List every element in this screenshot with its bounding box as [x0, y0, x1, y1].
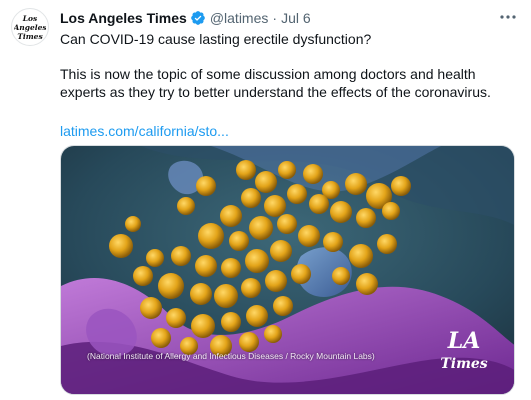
article-link[interactable]: latimes.com/california/sto...	[60, 122, 229, 140]
meta-separator: ·	[272, 10, 278, 26]
la-times-avatar-logo: Los Angeles Times	[14, 14, 46, 41]
tweet-date[interactable]: Jul 6	[281, 10, 311, 26]
svg-text:LA: LA	[447, 328, 481, 354]
author-name[interactable]: Los Angeles Times	[60, 10, 187, 26]
more-horizontal-icon[interactable]	[497, 10, 519, 24]
svg-text:Angeles: Angeles	[14, 23, 46, 32]
tweet-text-line1: Can COVID-19 cause lasting erectile dysf…	[60, 31, 372, 47]
tweet-header: Los Angeles Times @latimes · Jul 6	[60, 9, 311, 27]
la-times-watermark-logo: LA Times	[439, 326, 489, 376]
verified-badge-icon	[190, 10, 206, 26]
svg-text:Los: Los	[22, 14, 38, 23]
tweet-card[interactable]: Los Angeles Times Los Angeles Times @lat…	[0, 0, 531, 400]
svg-text:Times: Times	[17, 32, 43, 41]
author-handle[interactable]: @latimes	[210, 10, 269, 26]
tweet-media-image[interactable]: (National Institute of Allergy and Infec…	[60, 145, 515, 395]
tweet-text-paragraph2: This is now the topic of some discussion…	[60, 66, 491, 100]
media-caption: (National Institute of Allergy and Infec…	[87, 351, 375, 361]
svg-text:Times: Times	[440, 356, 487, 372]
author-avatar[interactable]: Los Angeles Times	[11, 8, 49, 46]
